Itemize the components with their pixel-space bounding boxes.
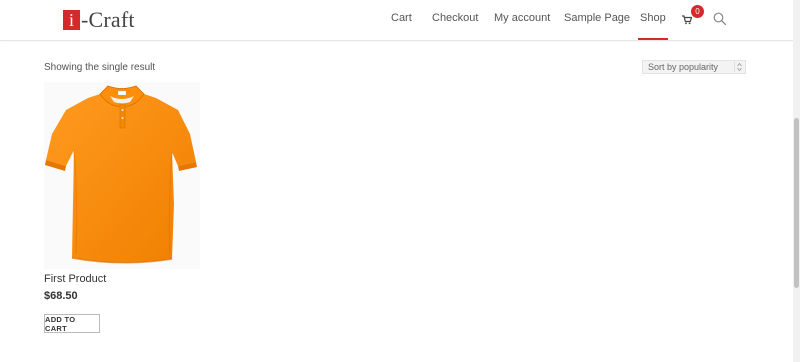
sort-select[interactable]: Sort by popularity bbox=[642, 60, 746, 74]
nav-item-checkout[interactable]: Checkout bbox=[432, 12, 478, 24]
polo-shirt-image bbox=[45, 85, 197, 264]
header-cart[interactable]: 0 bbox=[682, 5, 704, 30]
site-header: i -Craft Cart Checkout My account Sample… bbox=[0, 0, 793, 41]
logo-mark: i bbox=[63, 10, 80, 30]
product-title[interactable]: First Product bbox=[44, 273, 106, 285]
cart-count-badge: 0 bbox=[691, 5, 704, 18]
product-price: $68.50 bbox=[44, 290, 78, 302]
result-count: Showing the single result bbox=[44, 62, 156, 73]
nav-item-shop[interactable]: Shop bbox=[638, 12, 668, 40]
add-to-cart-button[interactable]: ADD TO CART bbox=[44, 314, 100, 333]
sort-arrows-icon bbox=[734, 62, 743, 72]
nav-item-my-account[interactable]: My account bbox=[494, 12, 550, 24]
scrollbar-thumb[interactable] bbox=[794, 118, 799, 288]
nav-item-cart[interactable]: Cart bbox=[391, 12, 412, 24]
site-logo[interactable]: i -Craft bbox=[63, 9, 135, 31]
sort-select-value: Sort by popularity bbox=[648, 62, 719, 72]
cart-icon bbox=[682, 15, 692, 25]
search-icon[interactable] bbox=[713, 12, 727, 26]
nav-item-sample-page[interactable]: Sample Page bbox=[564, 12, 630, 24]
logo-text: -Craft bbox=[81, 7, 135, 32]
product-image[interactable] bbox=[44, 82, 200, 269]
